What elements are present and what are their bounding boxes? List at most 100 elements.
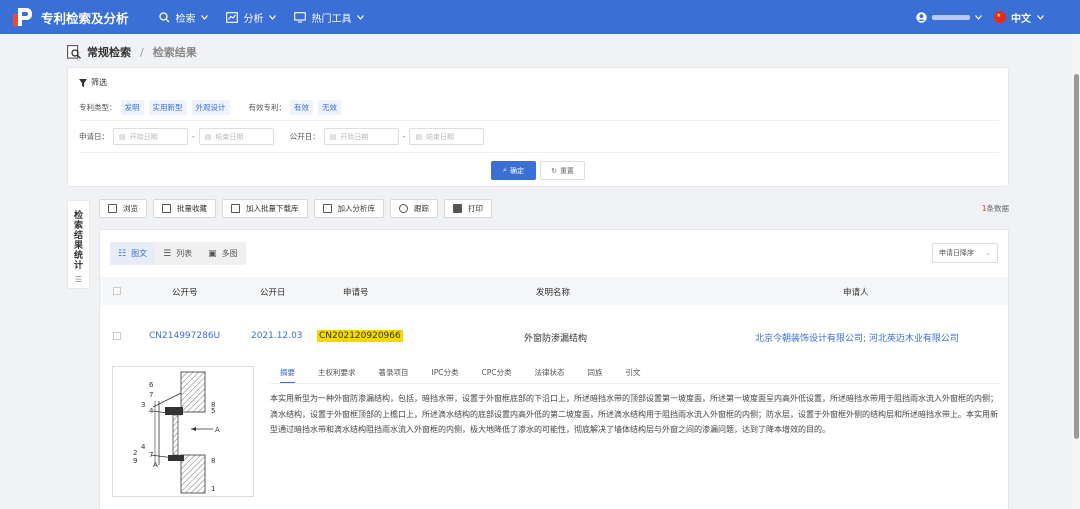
- applicant-link[interactable]: 北京今朝装饰设计有限公司; 河北英迈木业有限公司: [755, 331, 959, 344]
- publish-date-end[interactable]: ▤ 结束日期: [409, 128, 485, 145]
- add-batch-download-button[interactable]: 加入批量下载库: [222, 199, 308, 218]
- track-button[interactable]: 跟踪: [390, 199, 438, 218]
- add-analysis-library-button[interactable]: 加入分析库: [313, 199, 384, 218]
- publication-no-link[interactable]: CN214997286U: [149, 331, 220, 341]
- result-statistics-tab[interactable]: 检索结果统计 ☰: [67, 200, 90, 289]
- nav-analysis-label: 分析: [243, 13, 264, 25]
- tab-image-text[interactable]: ☷ 图文: [110, 242, 156, 265]
- svg-text:5: 5: [211, 407, 215, 415]
- view-tabs: ☷ 图文 ☰ 列表 ▣ 多图: [110, 242, 246, 265]
- tag-utility-model[interactable]: 实用新型: [148, 100, 187, 115]
- breadcrumb-page: 检索结果: [152, 46, 197, 59]
- china-flag-icon: [994, 11, 1006, 23]
- user-avatar-icon[interactable]: [916, 11, 927, 23]
- batch-favorite-button[interactable]: 批量收藏: [153, 199, 216, 218]
- tab-legal-status[interactable]: 法律状态: [534, 367, 564, 383]
- tab-citation[interactable]: 引文: [625, 367, 640, 383]
- search-icon: [158, 11, 169, 22]
- svg-text:4: 4: [149, 407, 154, 415]
- monitor-icon: [293, 11, 306, 23]
- tab-main-claim[interactable]: 主权利要求: [318, 367, 356, 383]
- app-title[interactable]: 专利检索及分析: [41, 8, 129, 27]
- abstract-text: 本实用新型为一种外窗防渗漏结构，包括，暗挡水带，设置于外窗框底部的下沿口上，所述…: [270, 394, 998, 434]
- filter-row-type: 专利类型： 发明 实用新型 外观设计 有效专利： 有效 无效: [79, 100, 346, 115]
- table-row[interactable]: CN214997286U 2021.12.03 CN202120920966 外…: [100, 323, 1008, 353]
- chevron-down-icon: [356, 14, 364, 20]
- tab-abstract[interactable]: 摘要: [280, 367, 295, 383]
- browse-button[interactable]: 浏览: [99, 199, 147, 218]
- tab-cpc[interactable]: CPC分类: [481, 367, 511, 383]
- chevron-down-icon[interactable]: [975, 14, 982, 20]
- sort-select[interactable]: 申请日降序 ⌄: [932, 243, 998, 263]
- doc-icon: [108, 204, 117, 213]
- tab-bibliographic[interactable]: 著录项目: [379, 367, 409, 383]
- tab-ipc[interactable]: IPC分类: [432, 367, 459, 383]
- svg-text:8: 8: [211, 457, 215, 465]
- nav-tools[interactable]: 热门工具: [293, 10, 364, 25]
- tag-valid[interactable]: 有效: [290, 100, 313, 115]
- nav-analysis[interactable]: 分析: [225, 10, 276, 25]
- divider: [270, 383, 1000, 384]
- reset-button[interactable]: ↻ 重置: [540, 161, 585, 180]
- top-nav-bar: 专利检索及分析 检索 分析 热门工具 中文: [0, 0, 1080, 34]
- calendar-icon: ▤: [119, 132, 126, 141]
- svg-text:1: 1: [211, 485, 215, 493]
- list-icon: ☰: [163, 248, 172, 259]
- row-checkbox[interactable]: [113, 332, 121, 340]
- publish-date-start[interactable]: ▤ 开始日期: [323, 128, 399, 145]
- confirm-button[interactable]: ⌕ 确定: [491, 161, 536, 180]
- tag-design[interactable]: 外观设计: [191, 100, 230, 115]
- apply-date-label: 申请日：: [79, 132, 109, 141]
- application-no[interactable]: CN202120920966: [317, 330, 403, 342]
- tracking-icon: [399, 204, 408, 213]
- nav-search[interactable]: 检索: [158, 10, 208, 25]
- breadcrumb-current[interactable]: 常规检索: [87, 44, 131, 60]
- tab-list[interactable]: ☰ 列表: [155, 242, 200, 265]
- chevron-down-icon[interactable]: [1037, 14, 1044, 20]
- print-icon: [453, 204, 462, 213]
- select-all-checkbox[interactable]: [113, 287, 121, 295]
- username-blurred[interactable]: [932, 14, 970, 20]
- header-application-no[interactable]: 申请号: [343, 286, 369, 298]
- svg-text:6: 6: [149, 381, 154, 389]
- divider: [79, 120, 999, 121]
- chevron-down-icon: [200, 14, 208, 20]
- image-icon: [231, 204, 240, 213]
- svg-text:A: A: [153, 461, 158, 469]
- picture-icon: ▣: [208, 248, 217, 259]
- tag-invention[interactable]: 发明: [120, 100, 144, 115]
- apply-date-start[interactable]: ▤ 开始日期: [113, 128, 188, 145]
- header-applicant[interactable]: 申请人: [843, 286, 869, 298]
- svg-text:A: A: [215, 426, 220, 434]
- scrollbar[interactable]: [1072, 34, 1080, 509]
- filter-panel: 筛选 专利类型： 发明 实用新型 外观设计 有效专利： 有效 无效 申请日： ▤…: [67, 67, 1009, 187]
- publication-date: 2021.12.03: [251, 331, 303, 341]
- chevron-down-icon: ⌄: [985, 249, 991, 257]
- list-icon: ☰: [74, 275, 83, 284]
- filter-title: 筛选: [79, 77, 107, 88]
- chevron-down-icon: [268, 14, 276, 20]
- patent-title[interactable]: 外窗防渗漏结构: [524, 331, 587, 344]
- header-publication-date[interactable]: 公开日: [260, 286, 286, 298]
- calendar-icon: [322, 204, 332, 213]
- breadcrumb: 常规检索 / 检索结果: [67, 44, 197, 60]
- publish-date-label: 公开日：: [289, 132, 320, 141]
- svg-text:2: 2: [133, 449, 137, 457]
- search-icon: ⌕: [503, 166, 507, 174]
- print-button[interactable]: 打印: [444, 199, 492, 218]
- tag-invalid[interactable]: 无效: [318, 100, 341, 115]
- tab-multi-image[interactable]: ▣ 多图: [200, 242, 246, 265]
- calendar-icon: ▤: [415, 132, 423, 141]
- svg-text:3: 3: [141, 401, 145, 409]
- logo-icon[interactable]: [12, 6, 34, 28]
- patent-drawing[interactable]: A 8 5 8 1 6 7 3 4 4 7 A 2 9: [112, 366, 254, 497]
- calendar-icon: ▤: [204, 132, 212, 141]
- apply-date-end[interactable]: ▤ 结束日期: [198, 128, 274, 145]
- scrollbar-thumb[interactable]: [1074, 74, 1079, 439]
- header-publication-no[interactable]: 公开号: [172, 286, 198, 298]
- header-title[interactable]: 发明名称: [536, 286, 570, 298]
- tab-family[interactable]: 同族: [587, 367, 602, 383]
- language-label[interactable]: 中文: [1011, 10, 1031, 25]
- result-statistics-label: 检索结果统计: [73, 211, 83, 271]
- svg-text:9: 9: [133, 457, 137, 465]
